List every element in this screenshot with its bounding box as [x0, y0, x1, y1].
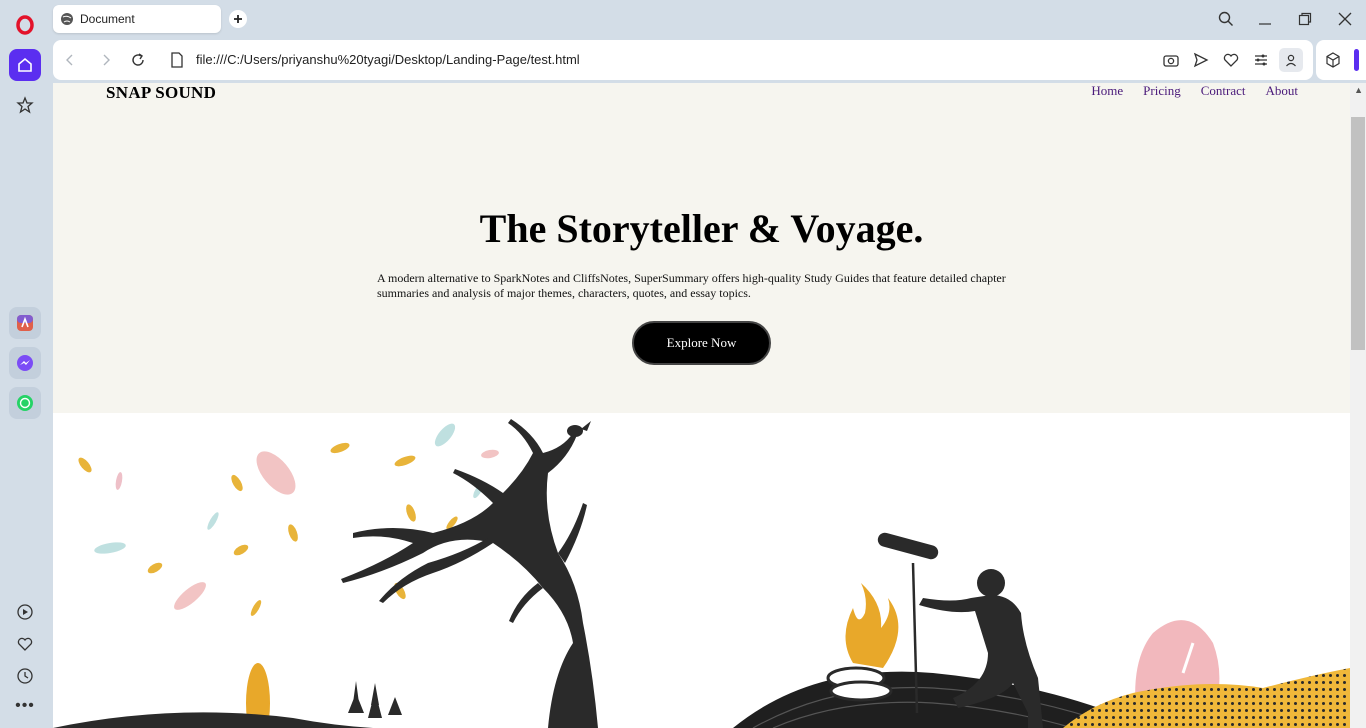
- reload-icon[interactable]: [129, 51, 147, 69]
- restore-button[interactable]: [1294, 8, 1316, 30]
- scrollbar-thumb[interactable]: [1351, 117, 1365, 350]
- address-bar: file:///C:/Users/priyanshu%20tyagi/Deskt…: [53, 40, 1313, 80]
- leaves-decoration: [78, 423, 499, 616]
- hero-section: SNAP SOUND Home Pricing Contract About T…: [53, 83, 1350, 413]
- hero-illustration: [53, 419, 1350, 728]
- home-icon[interactable]: [9, 49, 41, 81]
- messenger-icon[interactable]: [9, 347, 41, 379]
- hero-description: A modern alternative to SparkNotes and C…: [377, 271, 1006, 300]
- new-tab-button[interactable]: [229, 10, 247, 28]
- url-field[interactable]: file:///C:/Users/priyanshu%20tyagi/Deskt…: [196, 52, 580, 67]
- main-nav: Home Pricing Contract About: [1091, 83, 1298, 99]
- search-icon[interactable]: [1215, 8, 1237, 30]
- forward-icon[interactable]: [97, 51, 115, 69]
- whatsapp-icon[interactable]: [9, 387, 41, 419]
- player-icon[interactable]: [9, 596, 41, 628]
- hero-title: The Storyteller & Voyage.: [479, 206, 924, 251]
- sidebar-accent: [1354, 49, 1359, 71]
- profile-icon[interactable]: [1279, 48, 1303, 72]
- explore-now-button[interactable]: Explore Now: [632, 321, 771, 365]
- nav-about[interactable]: About: [1266, 83, 1299, 99]
- minimize-button[interactable]: [1254, 8, 1276, 30]
- tab-document[interactable]: Document: [53, 5, 221, 33]
- tab-title: Document: [80, 12, 135, 26]
- close-button[interactable]: [1334, 8, 1356, 30]
- extensions-cube-icon[interactable]: [1323, 50, 1343, 70]
- brand-logo[interactable]: SNAP SOUND: [106, 83, 216, 103]
- nav-home[interactable]: Home: [1091, 83, 1123, 99]
- nav-contract[interactable]: Contract: [1201, 83, 1246, 99]
- page-scrollbar[interactable]: ▲: [1350, 83, 1366, 728]
- aria-icon[interactable]: [9, 307, 41, 339]
- file-icon: [168, 51, 186, 69]
- heart-icon[interactable]: [9, 628, 41, 660]
- back-icon[interactable]: [61, 51, 79, 69]
- easy-setup-icon[interactable]: [1251, 50, 1271, 70]
- star-icon[interactable]: [9, 89, 41, 121]
- send-icon[interactable]: [1191, 50, 1211, 70]
- camera-icon[interactable]: [1161, 50, 1181, 70]
- scroll-up-icon[interactable]: ▲: [1354, 85, 1363, 95]
- browser-sidebar: •••: [0, 0, 50, 728]
- more-icon[interactable]: •••: [9, 690, 41, 722]
- globe-icon: [61, 13, 73, 25]
- history-icon[interactable]: [9, 660, 41, 692]
- tree-silhouette: [341, 419, 598, 728]
- extensions-bar: [1316, 40, 1366, 80]
- bookmark-heart-icon[interactable]: [1221, 50, 1241, 70]
- nav-pricing[interactable]: Pricing: [1143, 83, 1181, 99]
- opera-logo-icon[interactable]: [9, 9, 41, 41]
- page-viewport: SNAP SOUND Home Pricing Contract About T…: [53, 83, 1366, 728]
